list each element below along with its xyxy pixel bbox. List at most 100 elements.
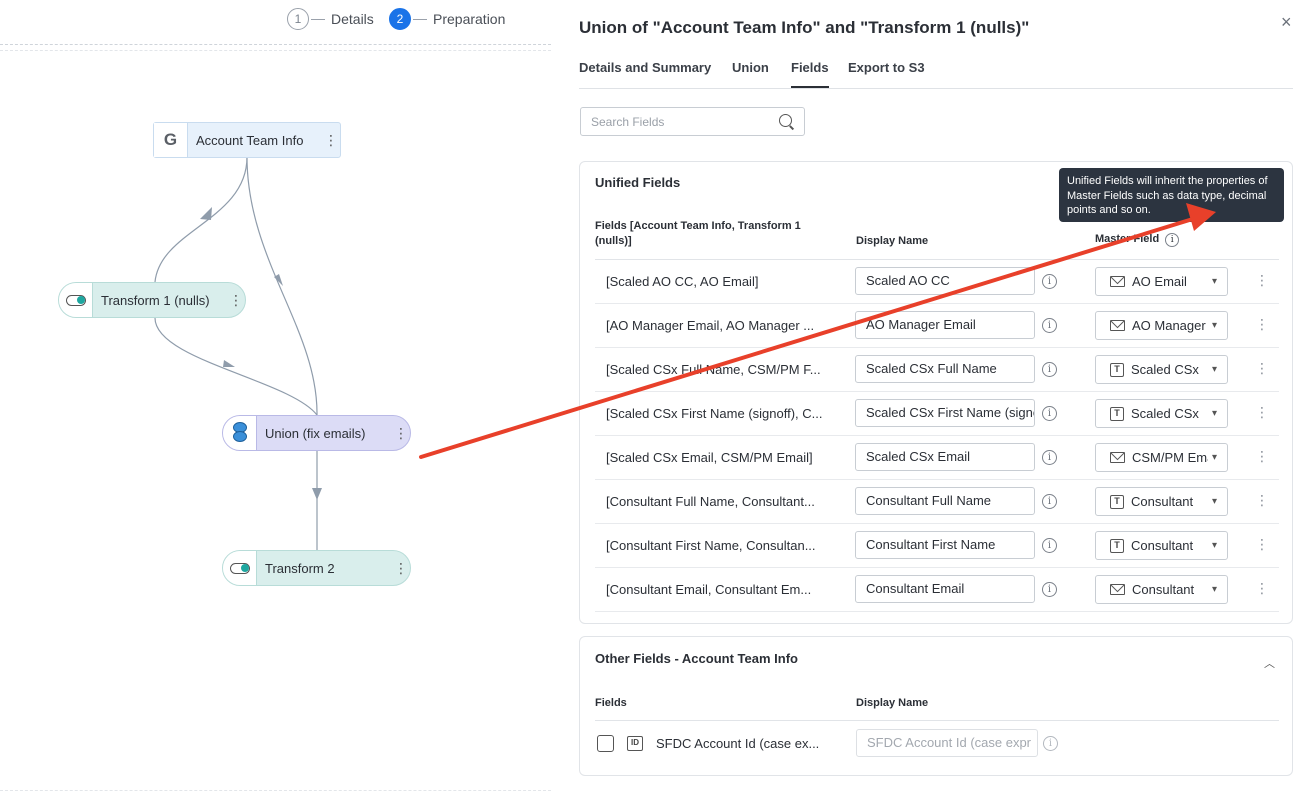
master-field-select[interactable]: T Scaled CSx ▾	[1095, 355, 1228, 384]
chevron-down-icon: ▾	[1211, 320, 1217, 331]
row-menu-icon[interactable]: ⋮	[1255, 404, 1269, 421]
display-name-input[interactable]: Scaled CSx Email	[855, 443, 1035, 471]
text-type-icon: T	[1110, 538, 1124, 553]
edge-transform1-to-union	[154, 317, 318, 416]
master-field-value: Consultant	[1131, 538, 1194, 553]
card-title: Unified Fields	[595, 175, 681, 190]
info-icon[interactable]: i	[1042, 362, 1057, 377]
kebab-menu-icon[interactable]: ⋮	[322, 133, 340, 147]
row-menu-icon[interactable]: ⋮	[1255, 316, 1269, 333]
field-names: [Consultant Email, Consultant Em...	[606, 582, 812, 597]
info-icon[interactable]: i	[1042, 274, 1057, 289]
field-name: SFDC Account Id (case ex...	[656, 736, 820, 751]
other-fields-card: Other Fields - Account Team Info ︿ Field…	[579, 636, 1293, 776]
column-header-display-name: Display Name	[856, 235, 929, 247]
field-names: [AO Manager Email, AO Manager ...	[606, 318, 815, 333]
text-type-icon: T	[1110, 494, 1124, 509]
row-menu-icon[interactable]: ⋮	[1255, 580, 1269, 597]
edge-source-to-union	[246, 156, 318, 416]
column-header-label: Master Field	[1095, 233, 1160, 245]
search-icon	[779, 114, 794, 129]
field-checkbox[interactable]	[597, 735, 614, 752]
master-field-select[interactable]: AO Email ▾	[1095, 267, 1228, 296]
transform-icon	[59, 283, 93, 317]
header-divider	[595, 720, 1279, 721]
tab-union[interactable]: Union	[732, 60, 769, 88]
tab-fields[interactable]: Fields	[791, 60, 829, 88]
master-field-select[interactable]: T Consultant ▾	[1095, 531, 1228, 560]
master-field-value: Scaled CSx	[1131, 362, 1199, 377]
tab-details-and-summary[interactable]: Details and Summary	[579, 60, 711, 88]
display-name-input[interactable]: Scaled AO CC	[855, 267, 1035, 295]
info-icon[interactable]: i	[1042, 318, 1057, 333]
master-field-value: Consultant	[1132, 582, 1195, 597]
display-name-input[interactable]: Consultant Email	[855, 575, 1035, 603]
table-row: [Scaled AO CC, AO Email] Scaled AO CC i AO …	[595, 260, 1279, 304]
info-icon[interactable]: i	[1042, 494, 1057, 509]
node-account-team-info[interactable]: G Account Team Info ⋮	[153, 122, 341, 158]
search-placeholder: Search Fields	[591, 114, 665, 129]
master-field-value: AO Email	[1132, 274, 1187, 289]
master-field-select[interactable]: T Consultant ▾	[1095, 487, 1228, 516]
display-name-input[interactable]: Consultant Full Name	[855, 487, 1035, 515]
row-menu-icon[interactable]: ⋮	[1255, 448, 1269, 465]
text-type-icon: T	[1110, 362, 1124, 377]
master-field-select[interactable]: Consultant ▾	[1095, 575, 1228, 604]
info-icon[interactable]: i	[1042, 538, 1057, 553]
id-type-icon: ID	[627, 736, 643, 751]
info-icon[interactable]: i	[1042, 582, 1057, 597]
table-row: [Scaled CSx Full Name, CSM/PM F... Scaled…	[595, 348, 1279, 392]
chevron-up-icon[interactable]: ︿	[1264, 655, 1275, 671]
info-icon[interactable]: i	[1042, 406, 1057, 421]
chevron-down-icon: ▾	[1211, 364, 1217, 375]
arrowhead	[312, 488, 322, 500]
table-row: [Consultant First Name, Consultan... Cons…	[595, 524, 1279, 568]
display-name-input[interactable]: AO Manager Email	[855, 311, 1035, 339]
info-icon[interactable]: i	[1042, 450, 1057, 465]
pipeline-canvas[interactable]: 1 Details 2 Preparation G Account Team I…	[0, 0, 551, 794]
mail-icon	[1110, 320, 1125, 331]
row-menu-icon[interactable]: ⋮	[1255, 536, 1269, 553]
master-field-select[interactable]: T Scaled CSx ▾	[1095, 399, 1228, 428]
display-name-field[interactable]: SFDC Account Id (case expr	[856, 729, 1038, 757]
edge-source-to-transform1	[154, 156, 248, 283]
row-menu-icon[interactable]: ⋮	[1255, 272, 1269, 289]
node-transform-2[interactable]: Transform 2 ⋮	[222, 550, 411, 586]
flow-connectors	[154, 156, 322, 550]
kebab-menu-icon[interactable]: ⋮	[392, 561, 410, 575]
table-row: [AO Manager Email, AO Manager ... AO Mana…	[595, 304, 1279, 348]
arrowhead	[200, 207, 212, 220]
master-field-select[interactable]: AO Manager ▾	[1095, 311, 1228, 340]
master-field-value: CSM/PM Email	[1132, 450, 1208, 465]
table-row: [Scaled CSx First Name (signoff), C... Sc…	[595, 392, 1279, 436]
node-transform-1[interactable]: Transform 1 (nulls) ⋮	[58, 282, 246, 318]
field-names: [Scaled CSx First Name (signoff), C...	[606, 406, 823, 421]
row-menu-icon[interactable]: ⋮	[1255, 360, 1269, 377]
display-name-input[interactable]: Consultant First Name	[855, 531, 1035, 559]
chevron-down-icon: ▾	[1211, 496, 1217, 507]
kebab-menu-icon[interactable]: ⋮	[227, 293, 245, 307]
node-union-fix-emails[interactable]: Union (fix emails) ⋮	[222, 415, 411, 451]
mail-icon	[1110, 452, 1125, 463]
close-icon[interactable]: ×	[1281, 12, 1292, 33]
search-input[interactable]: Search Fields	[580, 107, 805, 136]
text-type-icon: T	[1110, 406, 1124, 421]
chevron-down-icon: ▾	[1211, 584, 1217, 595]
master-field-value: Scaled CSx	[1131, 406, 1199, 421]
display-name-input[interactable]: Scaled CSx First Name (signoff)	[855, 399, 1035, 427]
chevron-down-icon: ▾	[1211, 276, 1217, 287]
kebab-menu-icon[interactable]: ⋮	[392, 426, 410, 440]
field-names: [Scaled CSx Email, CSM/PM Email]	[606, 450, 813, 465]
field-names: [Consultant First Name, Consultan...	[606, 538, 816, 553]
info-icon[interactable]: i	[1165, 233, 1180, 247]
table-row: [Scaled CSx Email, CSM/PM Email] Scaled C…	[595, 436, 1279, 480]
union-details-panel: Union of "Account Team Info" and "Transf…	[551, 0, 1302, 794]
column-header-master-field: Master Field i	[1095, 232, 1180, 247]
master-field-select[interactable]: CSM/PM Email▾	[1095, 443, 1228, 472]
table-row: [Consultant Full Name, Consultant... Cons…	[595, 480, 1279, 524]
row-menu-icon[interactable]: ⋮	[1255, 492, 1269, 509]
info-icon[interactable]: i	[1043, 736, 1058, 751]
display-name-input[interactable]: Scaled CSx Full Name	[855, 355, 1035, 383]
chevron-down-icon: ▾	[1211, 452, 1217, 463]
tab-export-to-s3[interactable]: Export to S3	[848, 60, 925, 88]
